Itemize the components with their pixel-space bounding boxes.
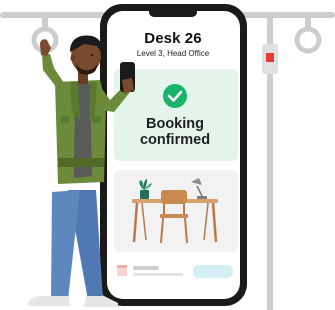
- raised-hand: [40, 39, 51, 56]
- booking-status-line1: Booking: [146, 116, 204, 132]
- booking-status: Booking confirmed: [120, 116, 230, 148]
- detail-line-1: [133, 266, 159, 270]
- raised-arm: [42, 54, 66, 88]
- action-pill: [193, 265, 233, 278]
- detail-line-2: [133, 273, 183, 276]
- booking-illustration: Desk 26 Level 3, Head Office Booking con…: [0, 0, 335, 310]
- jeans-leg-front: [51, 190, 80, 300]
- right-strap-handle: [294, 15, 322, 54]
- desk-image-card: [114, 170, 238, 252]
- pole-marker: [266, 53, 274, 62]
- calendar-icon: [117, 265, 127, 276]
- shoe-left: [28, 296, 70, 306]
- desk-location: Level 3, Head Office: [136, 49, 210, 58]
- desk-title: Desk 26: [144, 30, 202, 47]
- booking-status-line2: confirmed: [139, 132, 211, 148]
- check-circle-icon: [163, 84, 187, 108]
- vertical-pole: [262, 15, 278, 310]
- phone-notch: [149, 6, 197, 17]
